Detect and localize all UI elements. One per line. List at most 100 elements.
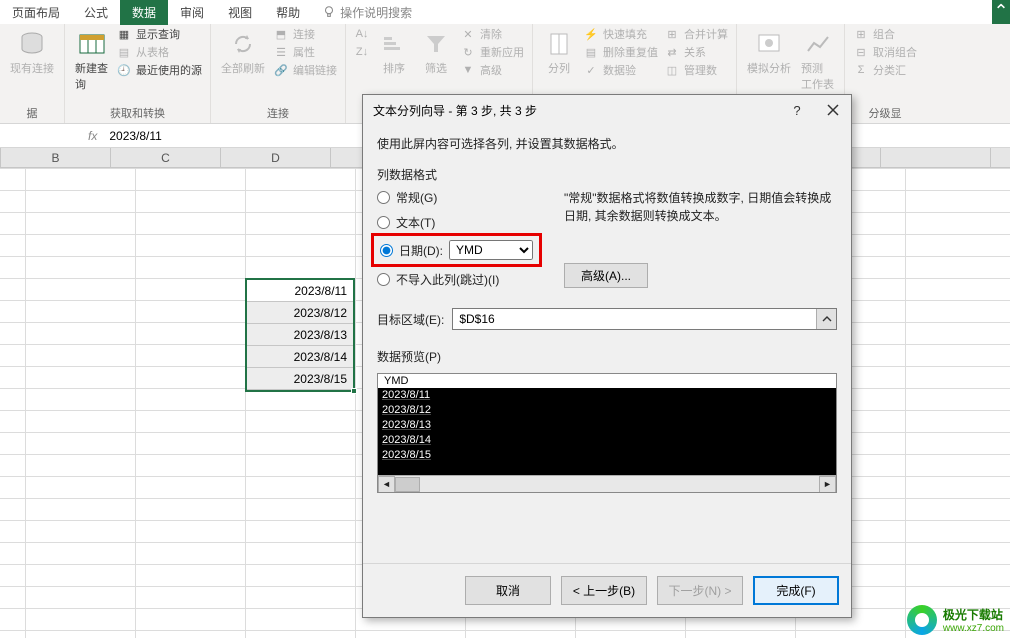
database-icon (16, 28, 48, 60)
remove-duplicates-button[interactable]: ▤删除重复值 (583, 44, 658, 60)
recent-sources-button[interactable]: 🕘最近使用的源 (116, 62, 202, 78)
scroll-left-button[interactable]: ◄ (378, 476, 395, 493)
relation-icon: ⇄ (664, 44, 680, 60)
data-preview: YMD 2023/8/11 2023/8/12 2023/8/13 2023/8… (377, 373, 837, 493)
reapply-button[interactable]: ↻重新应用 (460, 44, 524, 60)
scroll-right-button[interactable]: ► (819, 476, 836, 493)
col-header[interactable]: D (221, 148, 331, 167)
scroll-thumb[interactable] (395, 477, 420, 492)
flash-icon: ⚡ (583, 26, 599, 42)
table-icon (76, 28, 108, 60)
cancel-button[interactable]: 取消 (465, 576, 551, 605)
tab-formulas[interactable]: 公式 (72, 0, 120, 25)
recent-icon: 🕘 (116, 62, 132, 78)
watermark-title: 极光下载站 (943, 608, 1003, 622)
back-button[interactable]: < 上一步(B) (561, 576, 647, 605)
cell[interactable]: 2023/8/11 (247, 280, 353, 302)
close-button[interactable] (815, 95, 851, 125)
show-queries-button[interactable]: ▦显示查询 (116, 26, 202, 42)
data-model-button[interactable]: ◫管理数 (664, 62, 728, 78)
clear-filter-button[interactable]: ✕清除 (460, 26, 524, 42)
fx-icon[interactable]: fx (80, 129, 105, 143)
close-icon (827, 104, 839, 116)
next-button: 下一步(N) > (657, 576, 743, 605)
target-input[interactable] (453, 309, 816, 329)
group-button[interactable]: ⊞组合 (853, 26, 917, 42)
fill-handle[interactable] (351, 388, 357, 394)
forecast-button[interactable]: 预测 工作表 (799, 26, 836, 94)
columns-icon (543, 28, 575, 60)
new-query-button[interactable]: 新建查 询 (73, 26, 110, 94)
subtotal-button[interactable]: Σ分类汇 (853, 62, 917, 78)
filter-button[interactable]: 筛选 (418, 26, 454, 78)
forecast-icon (802, 28, 834, 60)
tab-layout[interactable]: 页面布局 (0, 0, 72, 25)
edit-links-button[interactable]: 🔗编辑链接 (273, 62, 337, 78)
tab-review[interactable]: 审阅 (168, 0, 216, 25)
cell[interactable]: 2023/8/14 (247, 346, 353, 368)
data-validation-button[interactable]: ✓数据验 (583, 62, 658, 78)
model-icon: ◫ (664, 62, 680, 78)
cell[interactable]: 2023/8/15 (247, 368, 353, 390)
advanced-filter-button[interactable]: ▼高级 (460, 62, 524, 78)
refresh-all-button[interactable]: 全部刷新 (219, 26, 267, 78)
sort-za-button[interactable]: Z↓ (354, 44, 370, 60)
target-label: 目标区域(E): (377, 311, 444, 328)
preview-scrollbar[interactable]: ◄ ► (378, 475, 836, 492)
ribbon-group-connections: 全部刷新 ⬒连接 ☰属性 🔗编辑链接 连接 (211, 24, 346, 123)
sort-button[interactable]: 排序 (376, 26, 412, 78)
ungroup-button[interactable]: ⊟取消组合 (853, 44, 917, 60)
connections-button[interactable]: ⬒连接 (273, 26, 337, 42)
text-to-columns-dialog: 文本分列向导 - 第 3 步, 共 3 步 ? 使用此屏内容可选择各列, 并设置… (362, 94, 852, 618)
radio-skip[interactable]: 不导入此列(跳过)(I) (377, 271, 536, 288)
filter-icon (420, 28, 452, 60)
radio-date[interactable]: 日期(D): YMD (380, 240, 533, 260)
group-icon: ⊞ (853, 26, 869, 42)
whatif-button[interactable]: 模拟分析 (745, 26, 793, 78)
relationships-button[interactable]: ⇄关系 (664, 44, 728, 60)
from-table-button[interactable]: ▤从表格 (116, 44, 202, 60)
range-picker-button[interactable] (816, 309, 836, 329)
tab-view[interactable]: 视图 (216, 0, 264, 25)
date-format-select[interactable]: YMD (449, 240, 533, 260)
refresh-icon (227, 28, 259, 60)
group-label: 据 (27, 103, 38, 123)
cell[interactable]: 2023/8/13 (247, 324, 353, 346)
col-header[interactable]: J (991, 148, 1010, 167)
clear-icon: ✕ (460, 26, 476, 42)
properties-button[interactable]: ☰属性 (273, 44, 337, 60)
advanced-icon: ▼ (460, 62, 476, 78)
ribbon-group-outline: ⊞组合 ⊟取消组合 Σ分类汇 分级显 (845, 24, 925, 123)
col-header[interactable]: C (111, 148, 221, 167)
preview-row: 2023/8/15 (382, 448, 832, 463)
text-to-columns-button[interactable]: 分列 (541, 26, 577, 78)
tab-data[interactable]: 数据 (120, 0, 168, 25)
help-button[interactable]: ? (779, 95, 815, 125)
collapse-icon (821, 313, 833, 325)
existing-connections-button[interactable]: 现有连接 (8, 26, 56, 78)
advanced-button[interactable]: 高级(A)... (564, 263, 648, 288)
selected-range: 2023/8/11 2023/8/12 2023/8/13 2023/8/14 … (245, 278, 355, 392)
tell-me-search[interactable]: 操作说明搜索 (312, 4, 422, 21)
preview-row: 2023/8/14 (382, 433, 832, 448)
sort-az-button[interactable]: A↓ (354, 26, 370, 42)
dialog-buttons: 取消 < 上一步(B) 下一步(N) > 完成(F) (363, 563, 851, 617)
flash-fill-button[interactable]: ⚡快速填充 (583, 26, 658, 42)
target-input-wrapper (452, 308, 837, 330)
watermark: 极光下载站 www.xz7.com (907, 605, 1004, 635)
table-icon: ▤ (116, 44, 132, 60)
tab-help[interactable]: 帮助 (264, 0, 312, 25)
finish-button[interactable]: 完成(F) (753, 576, 839, 605)
reapply-icon: ↻ (460, 44, 476, 60)
group-label: 连接 (267, 103, 289, 123)
lightbulb-icon (322, 5, 336, 19)
whatif-icon (753, 28, 785, 60)
cell[interactable]: 2023/8/12 (247, 302, 353, 324)
window-expand-icon[interactable]: ⌃ (992, 0, 1010, 24)
radio-general[interactable]: 常规(G) (377, 189, 536, 206)
format-label: 列数据格式 (377, 166, 837, 183)
radio-text[interactable]: 文本(T) (377, 214, 536, 231)
consolidate-button[interactable]: ⊞合并计算 (664, 26, 728, 42)
col-header[interactable]: B (1, 148, 111, 167)
col-header[interactable] (881, 148, 991, 167)
